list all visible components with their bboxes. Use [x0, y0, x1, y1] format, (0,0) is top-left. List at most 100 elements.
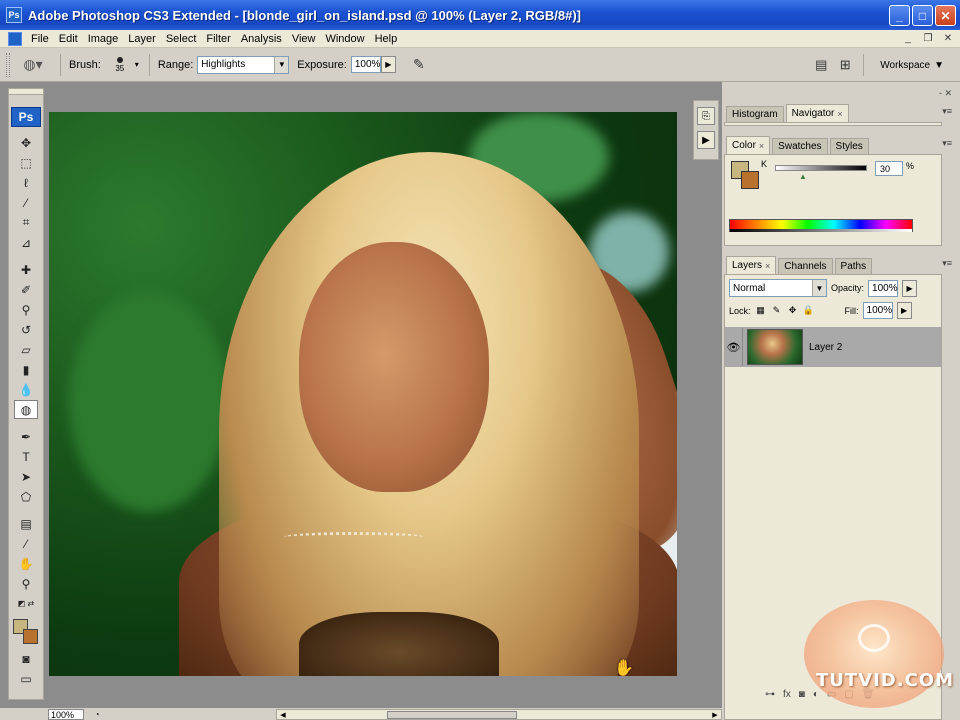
airbrush-icon[interactable]: ✎ — [408, 54, 430, 76]
panel-menu-icon[interactable]: ▾≡ — [942, 138, 952, 149]
tab-swatches[interactable]: Swatches — [772, 138, 828, 154]
brush-picker[interactable]: 35 — [105, 52, 135, 78]
doc-minimize-button[interactable]: _ — [900, 31, 916, 45]
background-color-swatch[interactable] — [23, 629, 38, 644]
quick-mask-icon[interactable]: ◙ — [14, 649, 38, 668]
range-select[interactable]: Highlights ▼ — [197, 55, 290, 74]
workspace-button[interactable]: Workspace ▼ — [880, 60, 944, 71]
slider-handle-icon[interactable]: ▲ — [799, 172, 807, 181]
maximize-button[interactable]: □ — [912, 5, 933, 26]
menu-analysis[interactable]: Analysis — [236, 33, 287, 45]
layer-name[interactable]: Layer 2 — [809, 342, 842, 353]
menu-view[interactable]: View — [287, 33, 321, 45]
brush-icon[interactable]: ✐ — [14, 280, 38, 299]
document-canvas[interactable]: ✋ — [49, 112, 677, 676]
document-icon[interactable] — [8, 31, 22, 46]
lasso-icon[interactable]: ℓ — [14, 173, 38, 192]
move-icon[interactable]: ✥ — [14, 133, 38, 152]
tab-layers[interactable]: Layers × — [726, 256, 777, 274]
minimize-button[interactable]: _ — [889, 5, 910, 26]
menu-file[interactable]: File — [26, 33, 54, 45]
zoom-icon[interactable]: ⚲ — [14, 574, 38, 593]
close-button[interactable]: ✕ — [935, 5, 956, 26]
menu-help[interactable]: Help — [370, 33, 403, 45]
magic-wand-icon[interactable]: ⁄ — [14, 193, 38, 212]
close-icon[interactable]: × — [837, 109, 842, 119]
exposure-input[interactable]: 100% — [350, 56, 381, 73]
menu-window[interactable]: Window — [320, 33, 369, 45]
layer-mask-icon[interactable]: ◙ — [799, 689, 805, 700]
close-icon[interactable]: × — [759, 141, 764, 151]
tab-color[interactable]: Color × — [726, 136, 771, 154]
tab-styles[interactable]: Styles — [829, 138, 869, 154]
tab-histogram[interactable]: Histogram — [726, 106, 784, 122]
scroll-thumb[interactable] — [387, 711, 517, 719]
status-info-icon[interactable]: ◔ — [90, 709, 104, 720]
color-background-swatch[interactable] — [741, 171, 759, 189]
layer-style-icon[interactable]: fx — [783, 689, 791, 700]
path-select-icon[interactable]: ➤ — [14, 467, 38, 486]
dodge-tool-preset-icon[interactable]: ◍▾ — [16, 54, 50, 76]
color-ramp[interactable] — [729, 219, 913, 232]
options-grip[interactable] — [6, 52, 10, 77]
layer-row[interactable]: 👁 Layer 2 — [725, 327, 941, 367]
zoom-level-field[interactable]: 100% — [48, 708, 84, 720]
panel-collapse-icon[interactable]: - ✕ — [939, 88, 952, 99]
brush-dropdown-icon[interactable]: ▾ — [135, 60, 139, 69]
photoshop-logo[interactable]: Ps — [11, 107, 41, 127]
horizontal-scrollbar[interactable]: ◀ ▶ — [276, 709, 722, 720]
opacity-slider-button[interactable]: ▶ — [902, 279, 918, 297]
slice-icon[interactable]: ⊿ — [14, 233, 38, 252]
lock-all-icon[interactable]: 🔒 — [803, 305, 815, 317]
tool-presets-icon[interactable]: ⎘ — [697, 107, 715, 125]
lock-transparency-icon[interactable]: ▦ — [755, 305, 767, 317]
k-value-input[interactable]: 30 — [875, 161, 903, 176]
hand-icon[interactable]: ✋ — [14, 554, 38, 573]
k-slider[interactable] — [775, 165, 867, 171]
layer-thumbnail[interactable] — [747, 329, 803, 365]
menu-filter[interactable]: Filter — [201, 33, 235, 45]
scroll-right-icon[interactable]: ▶ — [709, 710, 721, 719]
tab-navigator[interactable]: Navigator × — [785, 104, 849, 122]
healing-icon[interactable]: ✚ — [14, 260, 38, 279]
panel-menu-icon[interactable]: ▾≡ — [942, 258, 952, 269]
lock-position-icon[interactable]: ✥ — [787, 305, 799, 317]
default-colors-icon[interactable]: ◩ ⇄ — [14, 594, 38, 613]
panel-menu-icon[interactable]: ▾≡ — [942, 106, 952, 117]
exposure-slider-button[interactable]: ▶ — [380, 56, 396, 73]
gradient-icon[interactable]: ▮ — [14, 360, 38, 379]
menu-edit[interactable]: Edit — [54, 33, 83, 45]
blur-icon[interactable]: 💧 — [14, 380, 38, 399]
bridge-icon[interactable]: ⊞ — [833, 54, 857, 76]
screen-mode-icon[interactable]: ▭ — [14, 669, 38, 688]
notes-icon[interactable]: ▤ — [14, 514, 38, 533]
eyedropper-icon[interactable]: ⁄ — [14, 534, 38, 553]
doc-close-button[interactable]: ✕ — [940, 31, 956, 45]
tab-channels[interactable]: Channels — [778, 258, 833, 274]
shape-icon[interactable]: ⬠ — [14, 487, 38, 506]
fill-input[interactable]: 100% — [862, 302, 893, 319]
toolbox-header[interactable] — [9, 89, 43, 95]
link-layers-icon[interactable]: ⊶ — [765, 689, 775, 700]
menu-layer[interactable]: Layer — [123, 33, 161, 45]
actions-icon[interactable]: ▶ — [697, 131, 715, 149]
menu-select[interactable]: Select — [161, 33, 202, 45]
crop-icon[interactable]: ⌗ — [14, 213, 38, 232]
marquee-icon[interactable]: ⬚ — [14, 153, 38, 172]
clone-stamp-icon[interactable]: ⚲ — [14, 300, 38, 319]
history-brush-icon[interactable]: ↺ — [14, 320, 38, 339]
opacity-input[interactable]: 100% — [868, 279, 899, 297]
file-browser-icon[interactable]: ▤ — [809, 54, 833, 76]
doc-restore-button[interactable]: ❐ — [920, 31, 936, 45]
pen-icon[interactable]: ✒ — [14, 427, 38, 446]
fill-slider-button[interactable]: ▶ — [896, 302, 912, 319]
blend-mode-select[interactable]: Normal ▼ — [729, 279, 827, 297]
eraser-icon[interactable]: ▱ — [14, 340, 38, 359]
lock-pixels-icon[interactable]: ✎ — [771, 305, 783, 317]
close-icon[interactable]: × — [765, 261, 770, 271]
menu-image[interactable]: Image — [83, 33, 124, 45]
dodge-icon[interactable]: ◍ — [14, 400, 38, 419]
type-icon[interactable]: T — [14, 447, 38, 466]
visibility-eye-icon[interactable]: 👁 — [725, 328, 743, 366]
scroll-left-icon[interactable]: ◀ — [277, 710, 289, 719]
